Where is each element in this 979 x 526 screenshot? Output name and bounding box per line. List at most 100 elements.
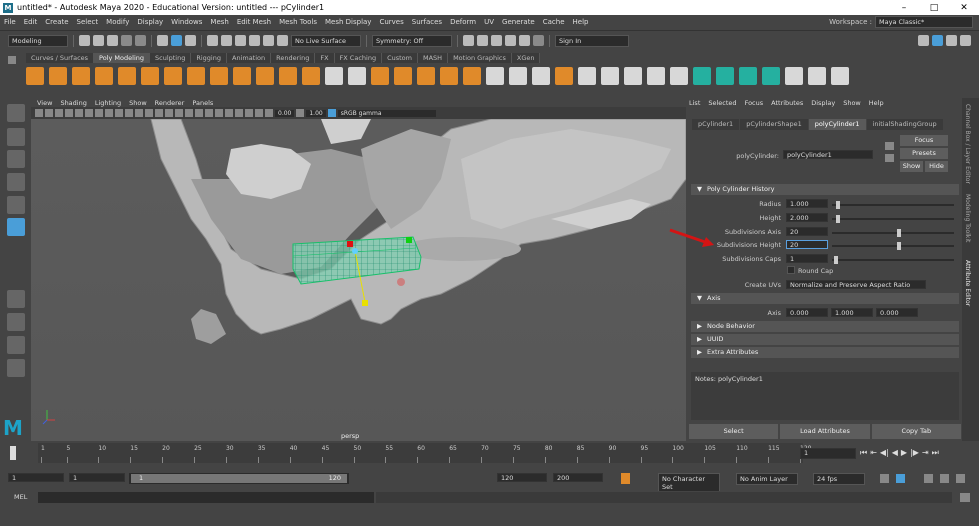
- multi-cut-icon[interactable]: [601, 67, 619, 85]
- go-to-end-icon[interactable]: ⏭: [932, 448, 939, 458]
- ae-menu-show[interactable]: Show: [843, 99, 861, 107]
- isolate-select-icon[interactable]: [225, 109, 233, 117]
- subdivisions-height-field[interactable]: 20: [786, 240, 828, 249]
- knife-icon[interactable]: [647, 67, 665, 85]
- append-polygon-icon[interactable]: [578, 67, 596, 85]
- extra-attributes-section[interactable]: ▶ Extra Attributes: [691, 347, 959, 358]
- poly-sphere-icon[interactable]: [26, 67, 44, 85]
- camera-select-icon[interactable]: [35, 109, 43, 117]
- subdivisions-axis-slider-knob[interactable]: [897, 229, 901, 237]
- uuid-section[interactable]: ▶ UUID: [691, 334, 959, 345]
- exposure-field[interactable]: 0.00: [275, 109, 295, 117]
- cache-playback-icon[interactable]: [896, 474, 905, 483]
- menu-select[interactable]: Select: [73, 18, 103, 26]
- exposure-icon[interactable]: [265, 109, 273, 117]
- menu-mesh[interactable]: Mesh: [206, 18, 232, 26]
- menu-surfaces[interactable]: Surfaces: [408, 18, 446, 26]
- viewport-menu-view[interactable]: View: [37, 99, 52, 107]
- outliner-layout-icon[interactable]: [7, 359, 25, 377]
- boolean-intersection-icon[interactable]: [440, 67, 458, 85]
- tab-polycylinder1[interactable]: polyCylinder1: [808, 119, 866, 130]
- anti-aliasing-icon[interactable]: [215, 109, 223, 117]
- current-frame-field[interactable]: 1: [800, 448, 856, 459]
- viewport-menu-lighting[interactable]: Lighting: [95, 99, 121, 107]
- timeline-ticks[interactable]: 1 5 10 15 20 25 30 35 40 45 50 55 60 65 70 75 80 85 90 95 10…: [38, 443, 811, 463]
- select-tool-icon[interactable]: [7, 104, 25, 122]
- platonic-solid-icon[interactable]: [187, 67, 205, 85]
- menu-windows[interactable]: Windows: [167, 18, 206, 26]
- menuset-dropdown[interactable]: Modeling: [8, 34, 68, 47]
- workspace-dropdown[interactable]: Maya Classic*: [875, 16, 973, 28]
- snap-view-plane-icon[interactable]: [249, 35, 260, 46]
- shelf-tab-rigging[interactable]: Rigging: [191, 53, 227, 63]
- safe-action-icon[interactable]: [125, 109, 133, 117]
- radius-slider[interactable]: [832, 201, 954, 209]
- fps-dropdown[interactable]: 24 fps: [813, 473, 865, 485]
- film-gate-icon[interactable]: [85, 109, 93, 117]
- copy-tab-button[interactable]: Copy Tab: [871, 424, 961, 439]
- ae-menu-help[interactable]: Help: [869, 99, 884, 107]
- camera-attributes-icon[interactable]: [45, 109, 53, 117]
- go-to-output-icon[interactable]: [885, 154, 894, 162]
- channel-box-toggle-icon[interactable]: [960, 35, 971, 46]
- manipulator-z-handle[interactable]: [406, 237, 412, 243]
- conform-icon[interactable]: [808, 67, 826, 85]
- symmetry-dropdown[interactable]: Symmetry: Off: [372, 34, 452, 47]
- modeling-toolkit-toggle-icon[interactable]: [918, 35, 929, 46]
- menu-edit[interactable]: Edit: [20, 18, 42, 26]
- go-to-start-icon[interactable]: ⏮: [860, 448, 867, 458]
- gamma-field[interactable]: 1.00: [306, 109, 326, 117]
- menu-generate[interactable]: Generate: [498, 18, 539, 26]
- default-material-icon[interactable]: [155, 109, 163, 117]
- presets-button[interactable]: Presets: [900, 148, 948, 159]
- ambient-occlusion-icon[interactable]: [195, 109, 203, 117]
- svg-icon[interactable]: [279, 67, 297, 85]
- resolution-gate-icon[interactable]: [95, 109, 103, 117]
- super-shape-icon[interactable]: [210, 67, 228, 85]
- new-scene-icon[interactable]: [79, 35, 90, 46]
- snap-grid-icon[interactable]: [207, 35, 218, 46]
- open-scene-icon[interactable]: [93, 35, 104, 46]
- subdivisions-axis-slider[interactable]: [832, 229, 954, 237]
- axis-z-field[interactable]: 0.000: [876, 308, 918, 317]
- round-cap-checkbox[interactable]: [787, 266, 795, 274]
- animation-start-field[interactable]: 1: [8, 473, 64, 482]
- smooth-shade-icon[interactable]: [145, 109, 153, 117]
- xray-components-icon[interactable]: [255, 109, 263, 117]
- live-surface-field[interactable]: No Live Surface: [291, 34, 361, 47]
- shelf-tab-mash[interactable]: MASH: [417, 53, 449, 63]
- radius-slider-knob[interactable]: [836, 201, 840, 209]
- pause-icon[interactable]: [533, 35, 544, 46]
- menu-mesh-tools[interactable]: Mesh Tools: [275, 18, 321, 26]
- shelf-tab-motion-graphics[interactable]: Motion Graphics: [448, 53, 512, 63]
- poly-cylinder-icon[interactable]: [72, 67, 90, 85]
- hypershade-icon[interactable]: [505, 35, 516, 46]
- shelf-tab-fx[interactable]: FX: [315, 53, 335, 63]
- viewport-menu-panels[interactable]: Panels: [192, 99, 213, 107]
- reduce-icon[interactable]: [831, 67, 849, 85]
- select-hierarchy-icon[interactable]: [157, 35, 168, 46]
- minimize-button[interactable]: –: [889, 3, 919, 13]
- poly-cone-icon[interactable]: [95, 67, 113, 85]
- wireframe-icon[interactable]: [135, 109, 143, 117]
- shelf-tab-custom[interactable]: Custom: [382, 53, 418, 63]
- render-frame-icon[interactable]: [463, 35, 474, 46]
- gate-mask-icon[interactable]: [105, 109, 113, 117]
- attribute-editor-toggle-icon[interactable]: [932, 35, 943, 46]
- side-tab-channel-box[interactable]: Channel Box / Layer Editor: [964, 104, 971, 184]
- color-management-icon[interactable]: [327, 109, 336, 117]
- four-view-layout-icon[interactable]: [7, 313, 25, 331]
- poly-plane-icon[interactable]: [118, 67, 136, 85]
- show-button[interactable]: Show: [900, 161, 923, 172]
- step-forward-key-icon[interactable]: ⇥: [922, 448, 929, 458]
- key-ticks-icon[interactable]: [940, 474, 949, 483]
- single-perspective-layout-icon[interactable]: [7, 290, 25, 308]
- select-component-icon[interactable]: [185, 35, 196, 46]
- subdivisions-caps-slider[interactable]: [832, 256, 954, 264]
- height-slider-knob[interactable]: [836, 215, 840, 223]
- render-settings-icon[interactable]: [491, 35, 502, 46]
- maximize-button[interactable]: □: [919, 3, 949, 13]
- insert-edge-loop-icon[interactable]: [670, 67, 688, 85]
- save-scene-icon[interactable]: [107, 35, 118, 46]
- step-back-key-icon[interactable]: ⇤: [870, 448, 877, 458]
